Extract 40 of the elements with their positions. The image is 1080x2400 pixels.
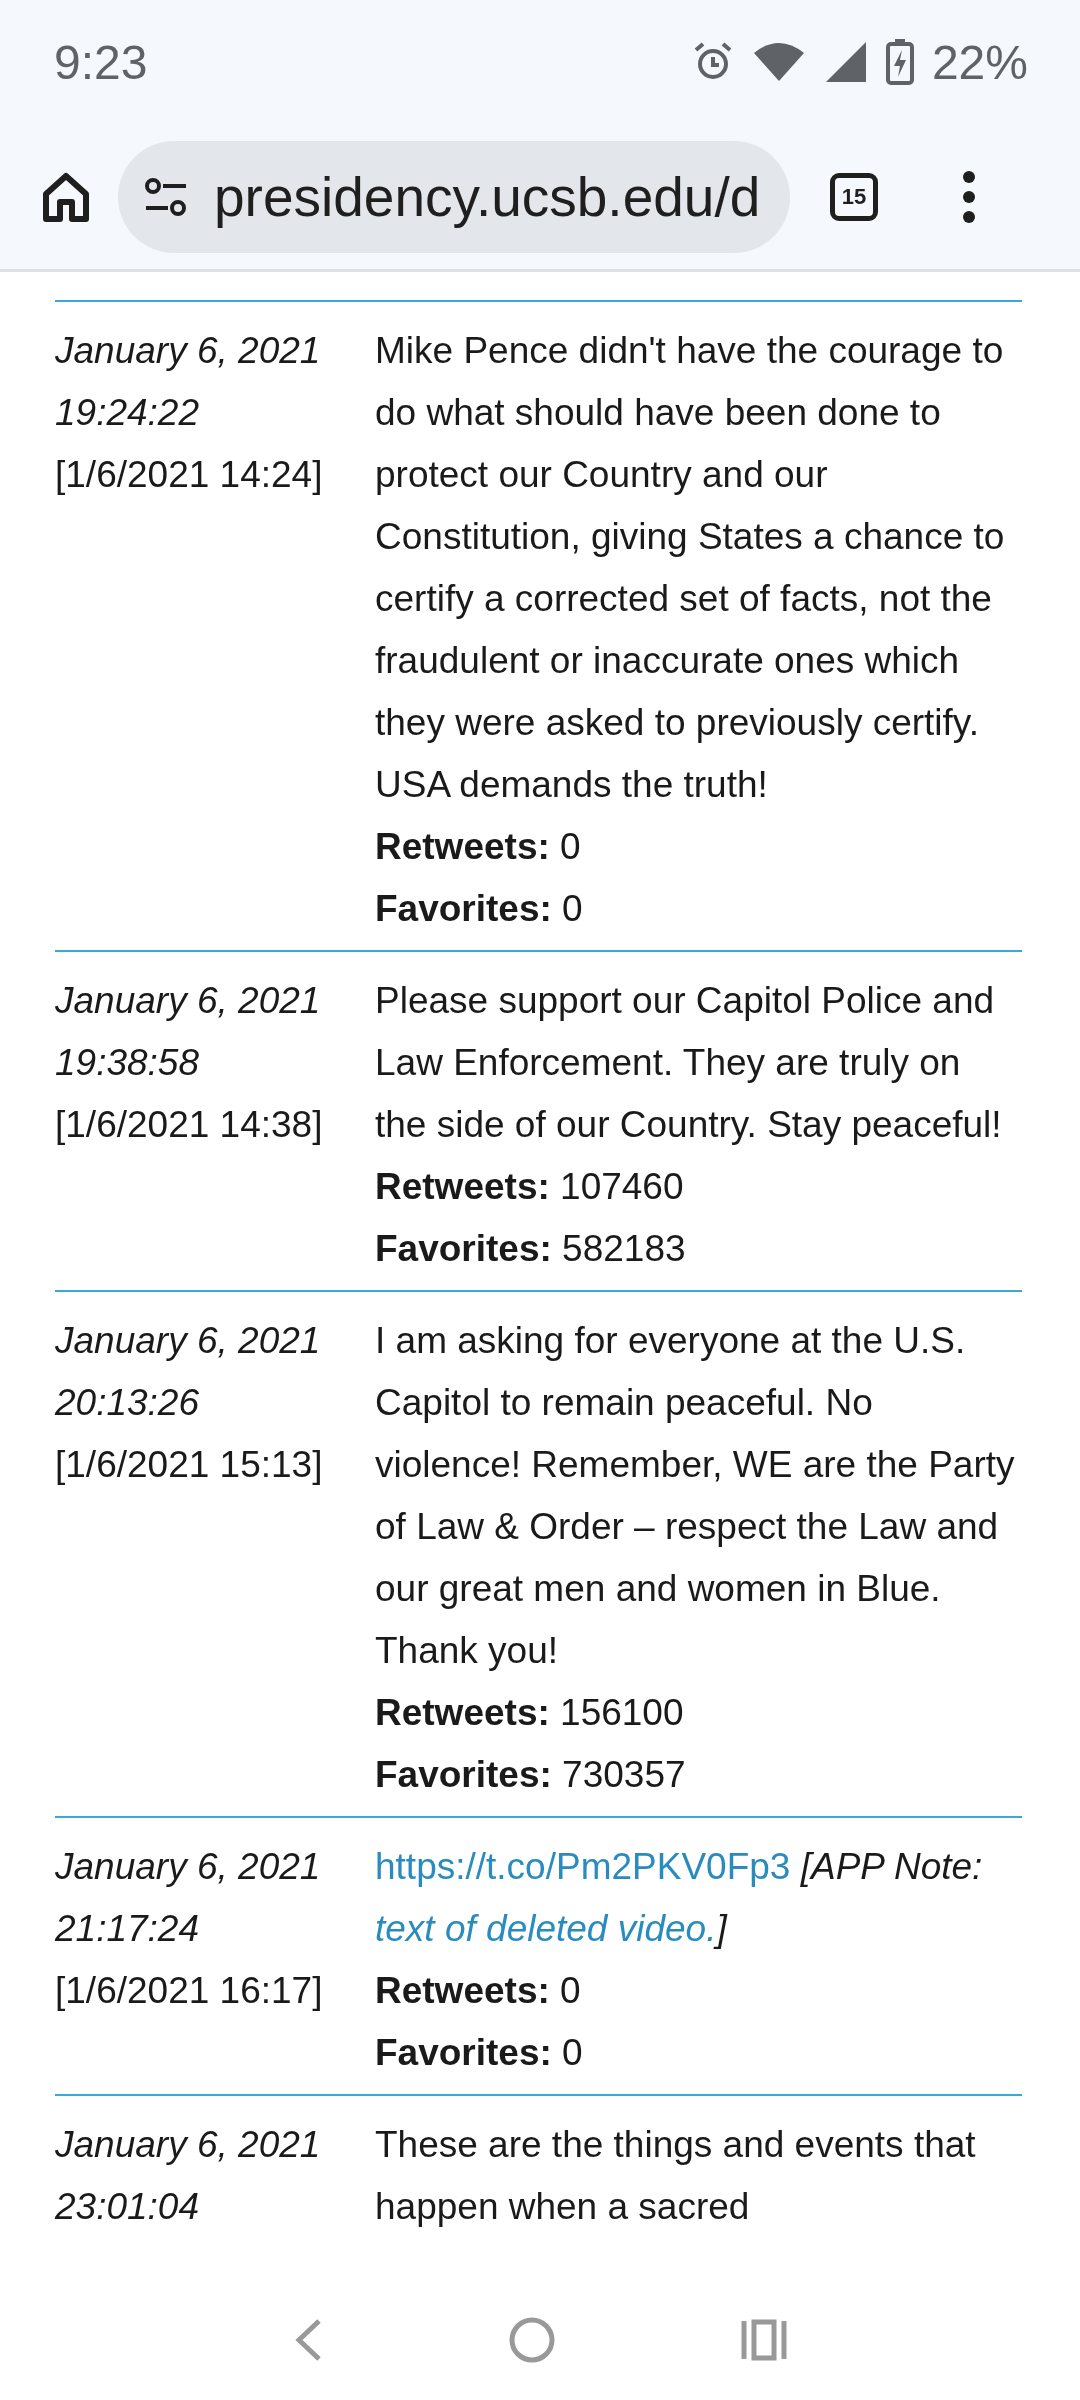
tweet-time: 19:38:58 bbox=[55, 1041, 201, 1085]
local-time: [1/6/2021 15:13] bbox=[55, 1443, 324, 1487]
stat-line: Favorites: 730357 bbox=[375, 1753, 687, 1797]
tweet-text: I am asking for everyone at the U.S. Capitol to remain peaceful. No violence! Remember, WE are the Party of Law & Order – respect the Law and our great men and women in Blue. Thank you! bbox=[375, 1319, 1016, 1673]
stat-line: Retweets: 107460 bbox=[375, 1165, 685, 1209]
tweet-time: 19:24:22 bbox=[55, 391, 201, 435]
battery-icon bbox=[885, 39, 914, 85]
tweet-date: January 6, 2021 bbox=[55, 1319, 322, 1363]
tweet-text: https://t.co/Pm2PKV0Fp3 [APP Note: text of deleted video.] bbox=[375, 1845, 984, 1951]
stat-line: Retweets: 0 bbox=[375, 825, 582, 869]
battery-percent: 22% bbox=[931, 34, 1028, 90]
local-time: [1/6/2021 14:24] bbox=[55, 453, 324, 497]
tweet-time: 20:13:26 bbox=[55, 1381, 201, 1425]
local-time: [1/6/2021 14:38] bbox=[55, 1103, 324, 1147]
stat-line: Favorites: 0 bbox=[375, 887, 584, 931]
link[interactable]: https://t.co/Pm2PKV0Fp3 bbox=[375, 1846, 791, 1887]
tweet-date: January 6, 2021 bbox=[55, 1845, 322, 1889]
home-icon[interactable] bbox=[42, 171, 90, 222]
local-time: [1/6/2021 16:17] bbox=[55, 1969, 324, 2013]
tweet-text: These are the things and events that happen when a sacred bbox=[375, 2123, 977, 2229]
stat-line: Favorites: 582183 bbox=[375, 1227, 687, 1271]
stat-line: Retweets: 156100 bbox=[375, 1691, 685, 1735]
menu-icon[interactable] bbox=[962, 169, 976, 224]
address-bar[interactable]: presidency.ucsb.edu/d bbox=[118, 140, 790, 253]
wifi-icon bbox=[751, 41, 806, 83]
tweet-time: 23:01:04 bbox=[55, 2185, 201, 2229]
tab-count-button[interactable]: 15 bbox=[830, 172, 878, 221]
clock-time: 9:23 bbox=[54, 34, 149, 90]
back-icon[interactable] bbox=[293, 2318, 323, 2362]
home-button-icon[interactable] bbox=[509, 2317, 555, 2363]
stat-line: Retweets: 0 bbox=[375, 1969, 582, 2013]
tweet-text: Mike Pence didn't have the courage to do what should have been done to protect our Country and our Constitution, giving States a chance to certify a corrected set of facts, not the fraudulent or inaccurate ones which they were asked to previously certify. USA demands the truth! bbox=[375, 329, 1006, 807]
tweet-time: 21:17:24 bbox=[55, 1907, 201, 1951]
stat-line: Favorites: 0 bbox=[375, 2031, 584, 2075]
site-settings-icon[interactable] bbox=[144, 176, 188, 217]
tweet-date: January 6, 2021 bbox=[55, 979, 322, 1023]
tweet-date: January 6, 2021 bbox=[55, 2123, 322, 2167]
recents-icon[interactable] bbox=[741, 2319, 787, 2361]
tweet-date: January 6, 2021 bbox=[55, 329, 322, 373]
tweet-text: Please support our Capitol Police and Law Enforcement. They are truly on the side of our Country. Stay peaceful! bbox=[375, 979, 1003, 1147]
